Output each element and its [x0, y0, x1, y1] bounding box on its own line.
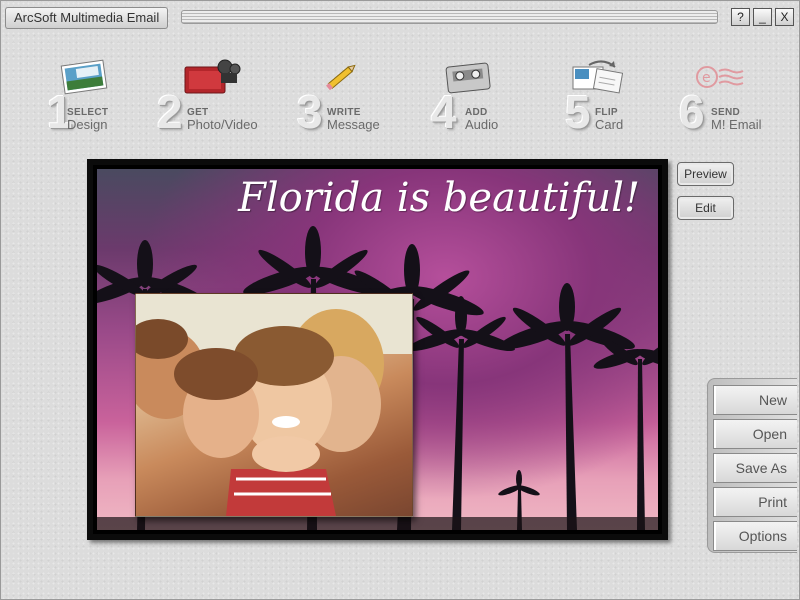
- step-write-message[interactable]: 3 WRITE Message: [297, 51, 397, 136]
- pencil-icon: [326, 64, 356, 91]
- step-flip-card[interactable]: 5 FLIP Card: [565, 51, 665, 136]
- step-number: 2: [157, 86, 183, 138]
- step-get-photo-video[interactable]: 2 GET Photo/Video: [157, 51, 277, 136]
- camera-album-icon: [184, 59, 241, 94]
- step-add-audio[interactable]: 4 ADD Audio: [431, 51, 531, 136]
- card-photo[interactable]: [135, 293, 413, 517]
- step-number: 5: [565, 86, 591, 138]
- new-button[interactable]: New: [713, 385, 797, 415]
- close-button[interactable]: X: [775, 8, 794, 26]
- help-button[interactable]: ?: [731, 8, 750, 26]
- step-number: 6: [679, 86, 705, 138]
- preview-button[interactable]: Preview: [677, 162, 734, 186]
- window-title: ArcSoft Multimedia Email: [5, 7, 169, 29]
- step-noun: Photo/Video: [187, 117, 258, 132]
- card-canvas[interactable]: Florida is beautiful!: [97, 169, 658, 530]
- svg-text:e: e: [702, 70, 711, 86]
- card-preview-frame: Florida is beautiful!: [87, 159, 668, 540]
- step-send-email[interactable]: e 6 SEND M! Email: [679, 51, 789, 136]
- step-noun: Message: [327, 117, 380, 132]
- title-drag-rail[interactable]: [181, 10, 718, 24]
- minimize-button[interactable]: _: [753, 8, 772, 26]
- step-toolbar: 1 SELECT Design 2 GET Photo/Video 3 WRIT…: [1, 51, 800, 141]
- family-photo-image: [136, 294, 412, 516]
- card-headline[interactable]: Florida is beautiful!: [97, 175, 640, 221]
- save-as-button[interactable]: Save As: [713, 453, 797, 483]
- options-button[interactable]: Options: [713, 521, 797, 551]
- app-window: ArcSoft Multimedia Email ? _ X 1 SELECT …: [0, 0, 800, 600]
- step-noun: M! Email: [711, 117, 762, 132]
- edit-button[interactable]: Edit: [677, 196, 734, 220]
- step-noun: Audio: [465, 117, 499, 132]
- step-noun: Card: [595, 117, 624, 132]
- step-number: 3: [297, 86, 323, 138]
- step-noun: Design: [67, 117, 108, 132]
- file-panel: New Open Save As Print Options: [707, 378, 797, 553]
- step-number: 4: [431, 86, 457, 138]
- print-button[interactable]: Print: [713, 487, 797, 517]
- title-bar[interactable]: ArcSoft Multimedia Email ? _ X: [1, 1, 799, 31]
- step-select-design[interactable]: 1 SELECT Design: [47, 51, 157, 136]
- window-controls: ? _ X: [731, 8, 794, 26]
- open-button[interactable]: Open: [713, 419, 797, 449]
